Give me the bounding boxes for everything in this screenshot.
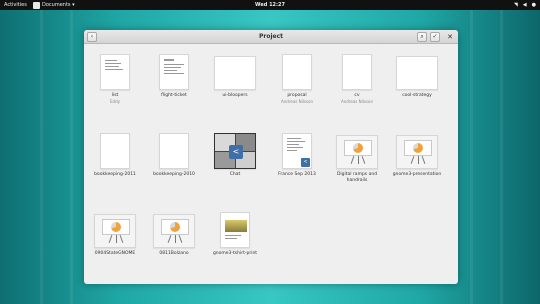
- document-author: Andreas Nilsson: [341, 99, 373, 104]
- document-item[interactable]: cv Andreas Nilsson: [327, 54, 387, 104]
- document-thumbnail: [159, 54, 189, 90]
- document-item[interactable]: bookkeeping-2011: [85, 133, 145, 178]
- document-name: bookkeeping-2011: [94, 172, 136, 177]
- document-name: France Sep 2013: [278, 172, 316, 177]
- document-thumbnail: [214, 56, 256, 90]
- document-thumbnail: [159, 133, 189, 169]
- top-bar: Activities Documents ▾ Wed 12:27 ◥ ◀ ●: [0, 0, 540, 10]
- document-thumbnail: [396, 56, 438, 90]
- document-item[interactable]: < France Sep 2013: [267, 133, 327, 178]
- document-author: Eddy: [110, 99, 120, 104]
- document-name: 0904StateGNOME: [94, 251, 136, 256]
- checkmark-icon: ✓: [432, 33, 438, 40]
- document-item[interactable]: Digital ramps and handrails: [327, 133, 387, 184]
- document-name: bookkeeping-2010: [153, 172, 195, 177]
- document-thumbnail: <: [214, 133, 256, 169]
- document-thumbnail: [100, 133, 130, 169]
- document-item[interactable]: 0811Bolzano: [144, 212, 204, 257]
- user-icon: ●: [531, 2, 536, 8]
- network-icon: ◥: [513, 2, 518, 8]
- document-name: flight-ticket: [161, 93, 187, 98]
- clock[interactable]: Wed 12:27: [0, 0, 540, 10]
- document-item[interactable]: cool-strategy: [387, 54, 447, 99]
- search-icon: ⌕: [420, 33, 424, 40]
- share-icon: <: [229, 145, 243, 159]
- document-item[interactable]: bookkeeping-2010: [144, 133, 204, 178]
- document-thumbnail: [342, 54, 372, 90]
- document-name: ui-bloopers: [222, 93, 248, 98]
- document-item[interactable]: ui-bloopers: [205, 54, 265, 99]
- document-name: gnome3-presentation: [392, 172, 442, 177]
- header-bar: ‹ Project ⌕ ✓ ✕: [84, 30, 458, 44]
- document-name: cool-strategy: [402, 93, 432, 98]
- document-name: Chat: [229, 172, 241, 177]
- share-icon: <: [301, 158, 310, 167]
- document-thumbnail: <: [282, 133, 312, 169]
- status-area[interactable]: ◥ ◀ ●: [514, 0, 536, 10]
- document-name: gnome3-tshirt-print: [212, 251, 258, 256]
- document-item[interactable]: flight-ticket: [144, 54, 204, 99]
- presentation-thumbnail: [396, 135, 438, 169]
- document-item[interactable]: < Chat: [205, 133, 265, 178]
- document-item[interactable]: proposal Andreas Nilsson: [267, 54, 327, 104]
- close-button[interactable]: ✕: [445, 32, 455, 42]
- presentation-thumbnail: [336, 135, 378, 169]
- document-item[interactable]: 0904StateGNOME: [85, 212, 145, 257]
- document-item[interactable]: list Eddy: [85, 54, 145, 104]
- photo-preview: [225, 220, 247, 232]
- documents-window: ‹ Project ⌕ ✓ ✕ list Eddy flight-ticket …: [84, 30, 458, 284]
- document-thumbnail: [220, 212, 250, 248]
- select-button[interactable]: ✓: [430, 32, 440, 42]
- document-item[interactable]: gnome3-presentation: [387, 133, 447, 178]
- window-title: Project: [258, 33, 284, 40]
- document-name: Digital ramps and handrails: [336, 172, 378, 183]
- presentation-thumbnail: [153, 214, 195, 248]
- document-thumbnail: [100, 54, 130, 90]
- document-name: 0811Bolzano: [159, 251, 189, 256]
- search-button[interactable]: ⌕: [417, 32, 427, 42]
- presentation-thumbnail: [94, 214, 136, 248]
- volume-icon: ◀: [522, 2, 527, 8]
- document-thumbnail: [282, 54, 312, 90]
- document-item[interactable]: gnome3-tshirt-print: [205, 212, 265, 257]
- document-author: Andreas Nilsson: [281, 99, 313, 104]
- close-icon: ✕: [447, 33, 453, 41]
